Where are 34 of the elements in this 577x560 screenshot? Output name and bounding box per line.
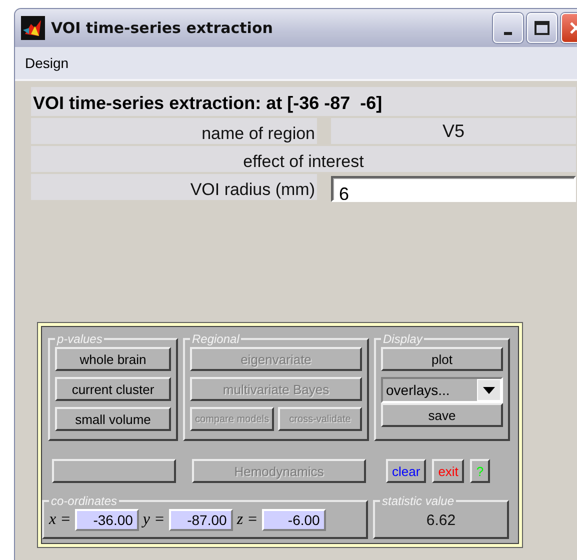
field-label: name of region (31, 118, 317, 144)
window-title: VOI time-series extraction (51, 19, 274, 37)
button[interactable]: clear (386, 459, 426, 483)
menu-item[interactable]: Design (25, 55, 69, 71)
field-value: V5 (331, 118, 576, 144)
field-label: effect of interest (31, 146, 576, 172)
coordinate-field[interactable]: -87.00 (168, 509, 233, 531)
group-label: co-ordinates (50, 495, 118, 507)
heading: VOI time-series extraction: at [-36 -87 -6] (31, 87, 576, 116)
minimize-icon (504, 32, 512, 34)
button[interactable]: current cluster (55, 377, 171, 401)
input-field[interactable]: 6 (331, 176, 576, 202)
button[interactable]: small volume (55, 407, 171, 431)
overlays-dropdown[interactable]: overlays... (381, 377, 503, 403)
coordinate-label: y = (142, 511, 165, 529)
save-button[interactable]: save (381, 403, 503, 427)
group-label: Regional (191, 333, 241, 345)
button[interactable]: whole brain (55, 347, 171, 371)
maximize-icon (534, 20, 550, 36)
minimize-button[interactable] (493, 13, 523, 43)
coordinate-field[interactable]: -6.00 (262, 509, 326, 531)
group-label: statistic value (381, 495, 456, 507)
blank-button[interactable] (52, 459, 176, 483)
coordinate-label: z = (236, 511, 258, 529)
app-icon (21, 16, 45, 40)
group-label: Display (382, 333, 424, 345)
statistic-value: 6.62 (426, 512, 456, 528)
coordinate-field[interactable]: -36.00 (74, 509, 139, 531)
coordinate-label: x = (49, 511, 71, 529)
field-label: VOI radius (mm) (31, 174, 317, 200)
maximize-button[interactable] (527, 13, 557, 43)
plot-button[interactable]: plot (381, 347, 503, 371)
caret-icon (483, 386, 495, 394)
group-label: p-values (56, 333, 104, 345)
